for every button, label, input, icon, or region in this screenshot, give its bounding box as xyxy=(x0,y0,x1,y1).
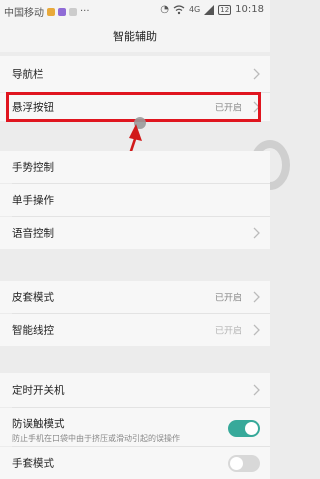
setting-one-hand-mode[interactable]: 单手操作 xyxy=(0,184,270,216)
setting-label: 皮套模式 xyxy=(12,291,54,304)
setting-label: 手套模式 xyxy=(12,457,54,470)
setting-gesture-control[interactable]: 手势控制 xyxy=(0,151,270,183)
setting-label: 智能线控 xyxy=(12,324,54,337)
setting-voice-control[interactable]: 语音控制 xyxy=(0,217,270,249)
chevron-right-icon xyxy=(253,227,260,239)
setting-label: 防误触模式 xyxy=(12,418,65,430)
chevron-right-icon xyxy=(253,384,260,396)
setting-anti-mistouch[interactable]: 防误触模式 防止手机在口袋中由于挤压或滑动引起的误操作 xyxy=(0,408,270,446)
setting-description: 防止手机在口袋中由于挤压或滑动引起的误操作 xyxy=(12,434,180,443)
setting-glove-mode[interactable]: 手套模式 xyxy=(0,447,270,479)
setting-label: 单手操作 xyxy=(12,194,54,207)
chevron-right-icon xyxy=(253,324,260,336)
setting-smart-wired-control[interactable]: 智能线控 已开启 xyxy=(0,314,270,346)
setting-label: 手势控制 xyxy=(12,161,54,174)
status-text: 已开启 xyxy=(214,293,242,304)
setting-label: 定时开关机 xyxy=(12,384,65,397)
glove-mode-toggle[interactable] xyxy=(228,455,260,472)
setting-label: 语音控制 xyxy=(12,227,54,240)
toggle-knob xyxy=(245,422,258,435)
chevron-right-icon xyxy=(253,291,260,303)
setting-scheduled-power[interactable]: 定时开关机 xyxy=(0,373,270,407)
anti-mistouch-toggle[interactable] xyxy=(228,420,260,437)
setting-flip-cover-mode[interactable]: 皮套模式 已开启 xyxy=(0,281,270,313)
status-text: 已开启 xyxy=(214,326,242,337)
toggle-knob xyxy=(230,457,243,470)
